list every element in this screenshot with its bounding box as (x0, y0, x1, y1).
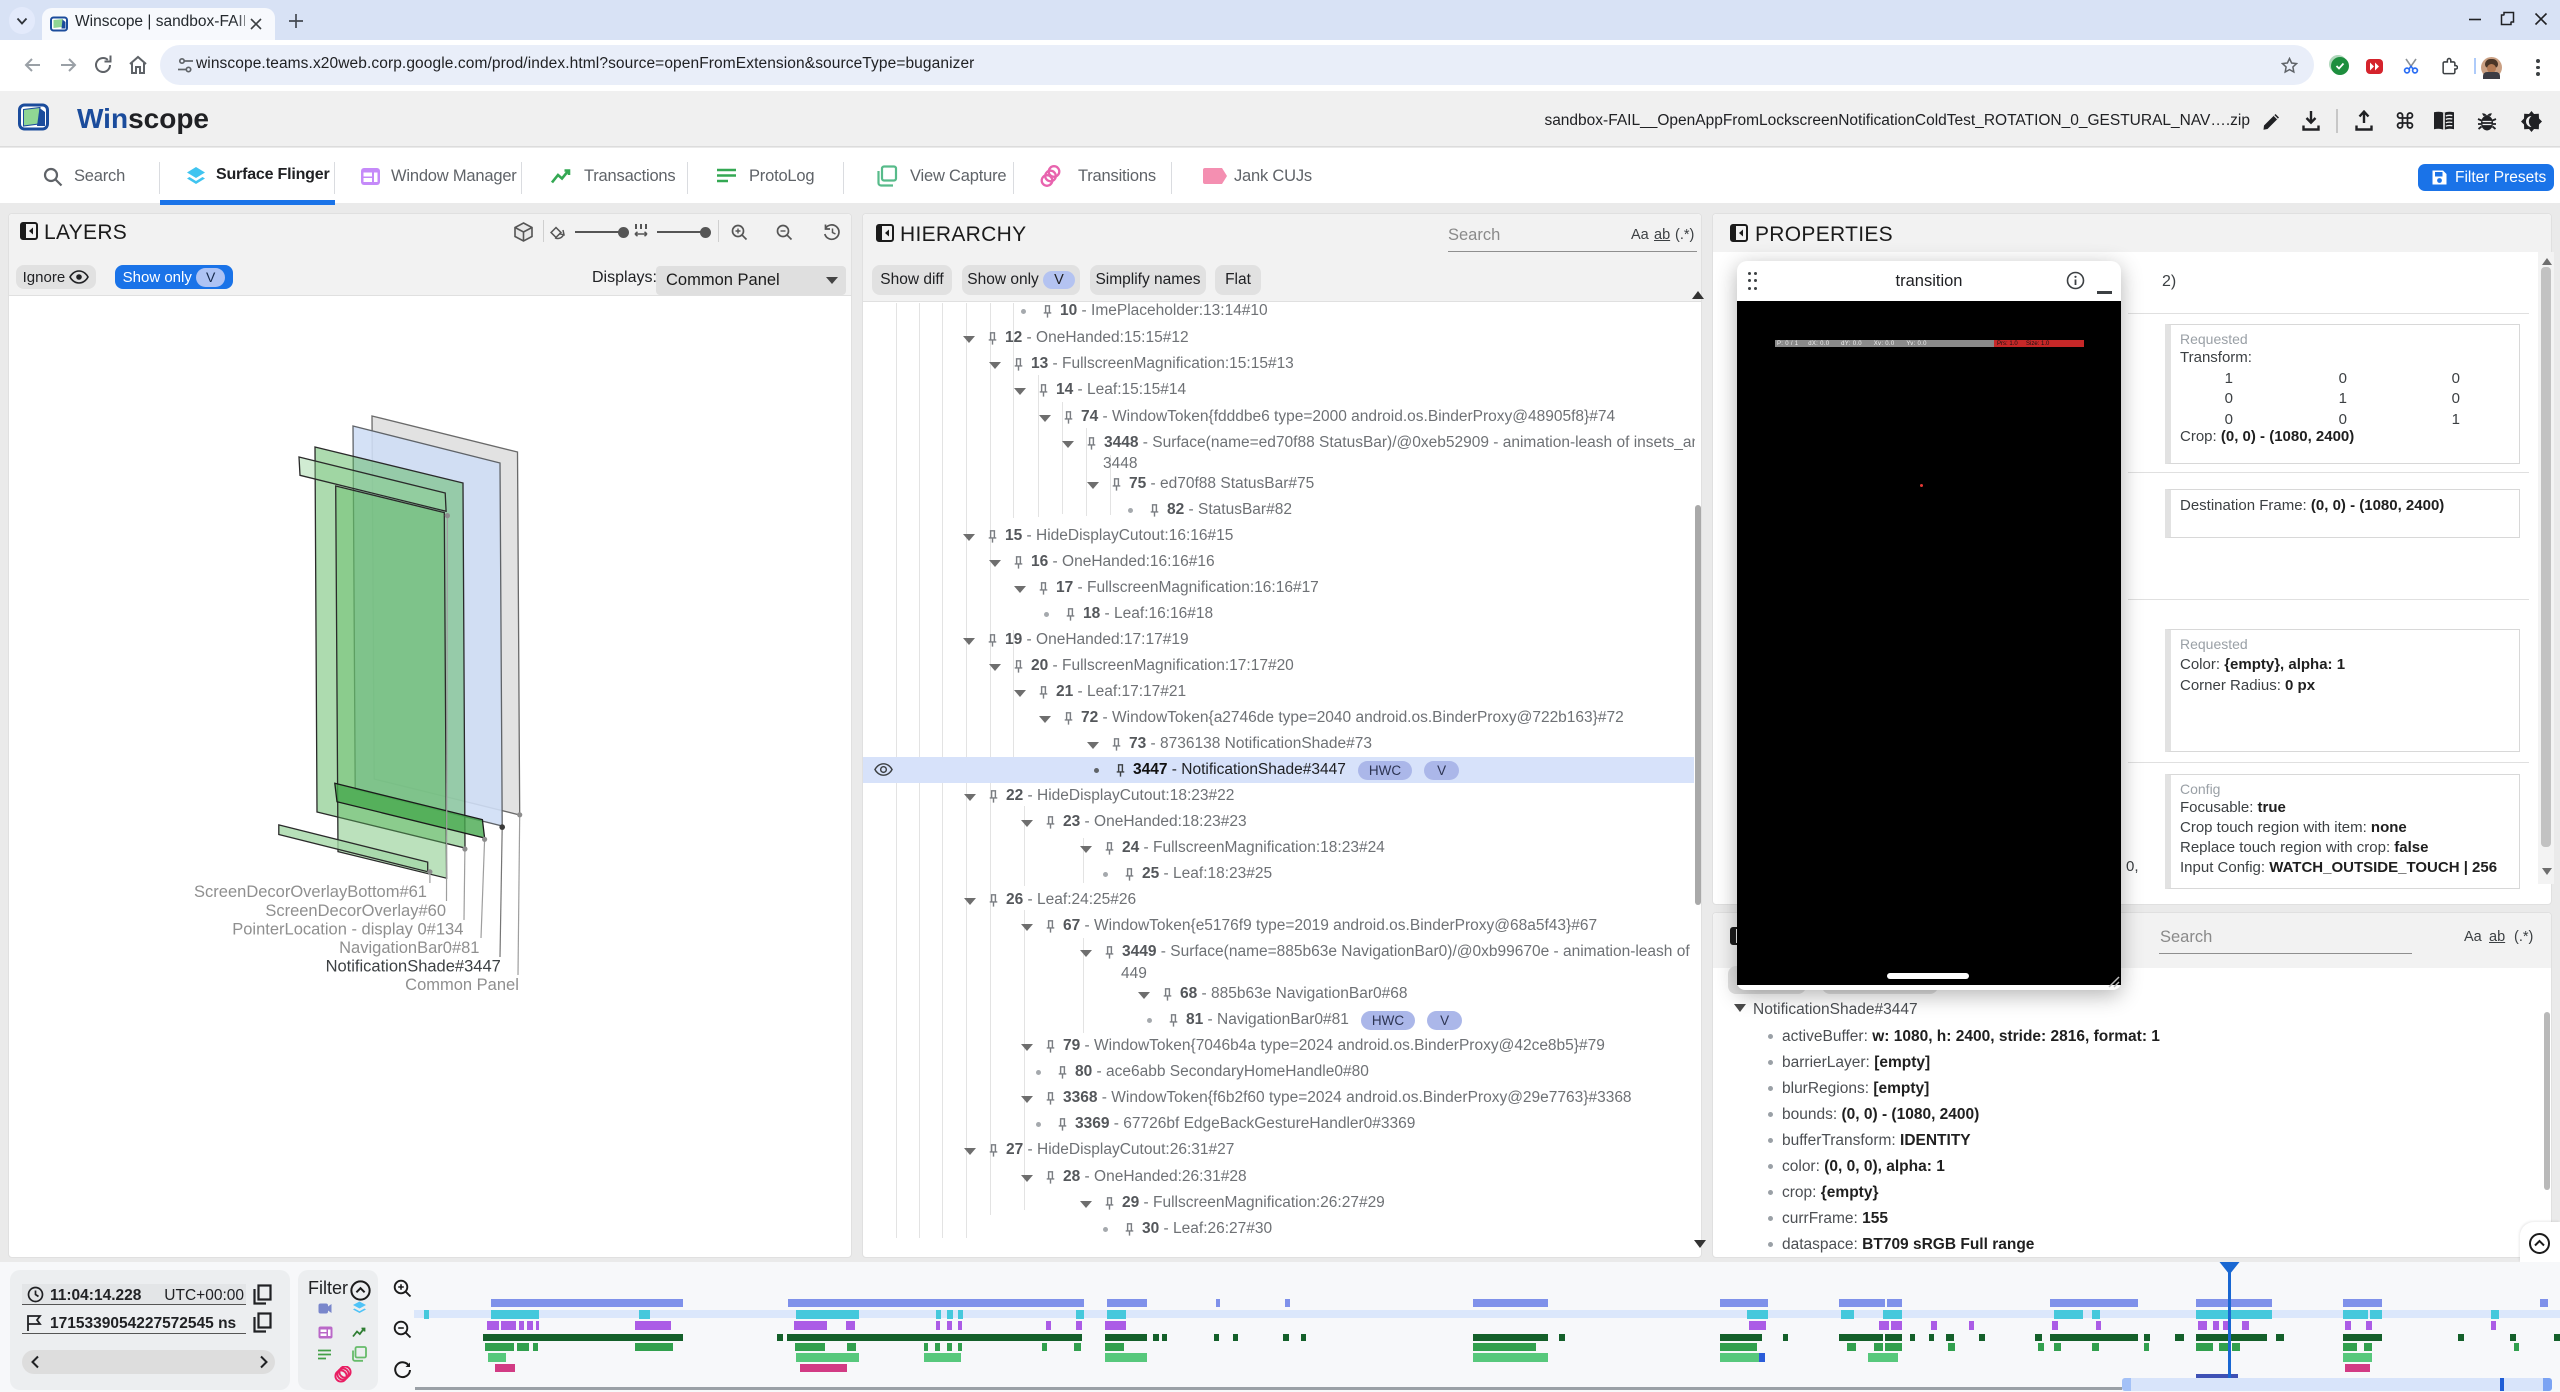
svg-text:ScreenDecorOverlayBottom#61: ScreenDecorOverlayBottom#61 (194, 883, 427, 901)
svg-text:NotificationShade#3447: NotificationShade#3447 (326, 958, 501, 976)
svg-text:PointerLocation - display 0#13: PointerLocation - display 0#134 (232, 921, 463, 939)
svg-text:ScreenDecorOverlay#60: ScreenDecorOverlay#60 (265, 902, 446, 920)
svg-text:Common Panel: Common Panel (405, 976, 519, 994)
svg-text:NavigationBar0#81: NavigationBar0#81 (339, 939, 479, 957)
